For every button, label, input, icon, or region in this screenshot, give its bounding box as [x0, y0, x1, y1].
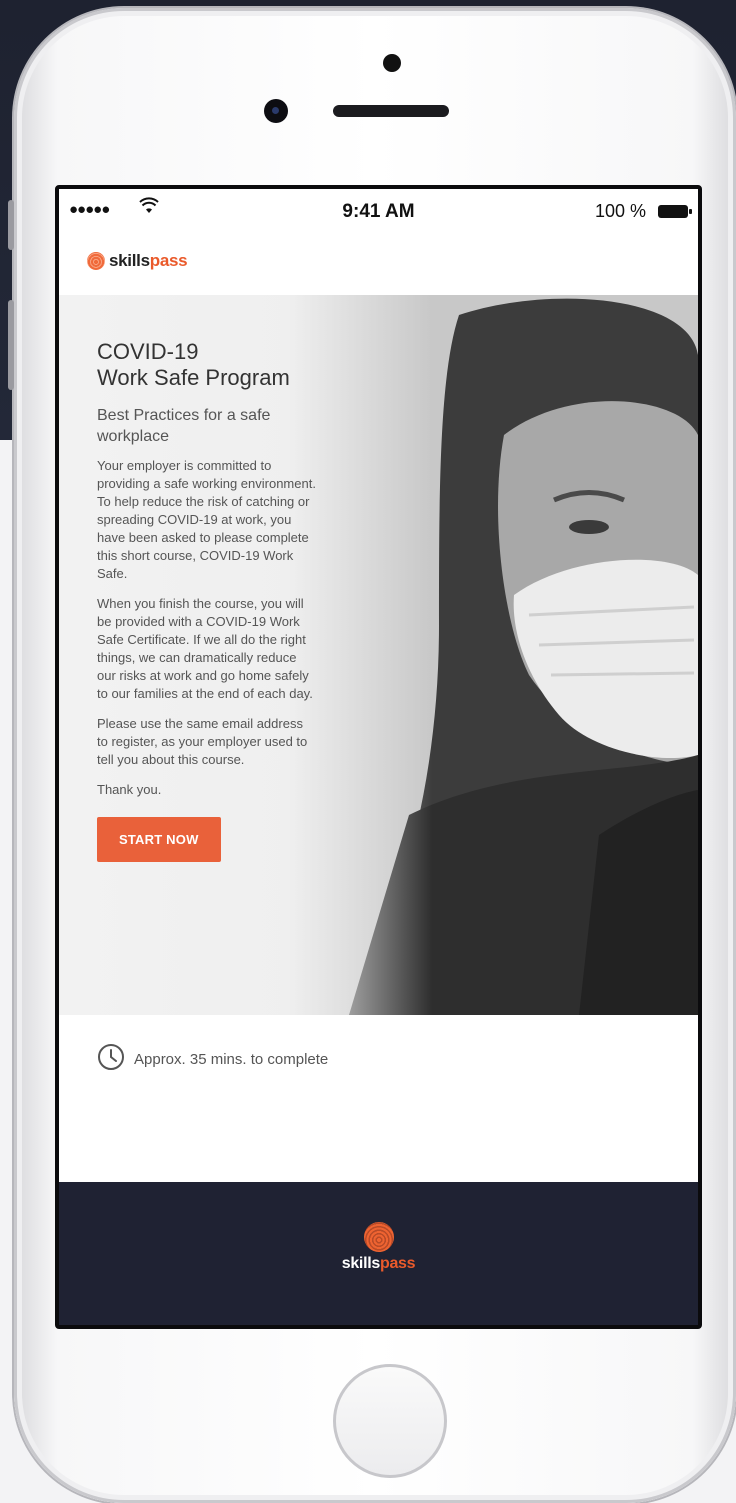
- earpiece-speaker: [333, 105, 449, 117]
- hero-content: COVID-19 Work Safe Program Best Practice…: [97, 339, 317, 862]
- footer-logo[interactable]: skillspass: [59, 1222, 698, 1273]
- status-bar: ●●●●● 9:41 AM 100 %: [59, 189, 698, 237]
- email-paragraph: Please use the same email address to reg…: [97, 716, 308, 767]
- duration-label: Approx. 35 mins. to complete: [134, 1051, 329, 1068]
- hero-section: COVID-19 Work Safe Program Best Practice…: [59, 295, 698, 1015]
- mute-switch: [8, 200, 14, 250]
- footer-logo-text: skillspass: [341, 1255, 416, 1272]
- skillspass-logo[interactable]: skillspass: [87, 251, 188, 271]
- fingerprint-icon: [363, 1222, 394, 1252]
- clock-icon: [97, 1043, 125, 1076]
- volume-up-button: [8, 300, 14, 390]
- brand-header: skillspass: [59, 237, 698, 295]
- thank-you-text: Thank you.: [97, 782, 162, 797]
- phone-screen: ●●●●● 9:41 AM 100 % skillspass COVID-19 …: [55, 185, 702, 1329]
- logo-text: skillspass: [109, 251, 188, 270]
- front-sensor-icon: [383, 54, 401, 72]
- page-subtitle: Best Practices for a safe workplace: [97, 407, 271, 445]
- battery-icon: [658, 205, 692, 218]
- front-camera-icon: [264, 99, 288, 123]
- footer: skillspass: [59, 1182, 698, 1325]
- page-title: COVID-19 Work Safe Program: [97, 339, 290, 390]
- intro-paragraph: Your employer is committed to providing …: [97, 458, 316, 581]
- duration-info: Approx. 35 mins. to complete: [97, 1043, 328, 1076]
- battery-percentage: 100 %: [594, 201, 646, 221]
- certificate-paragraph: When you finish the course, you will be …: [97, 596, 313, 701]
- masked-woman-photo: [289, 295, 698, 1015]
- fingerprint-icon: [87, 252, 105, 270]
- home-button[interactable]: [333, 1364, 447, 1478]
- start-now-button[interactable]: START NOW: [97, 817, 221, 862]
